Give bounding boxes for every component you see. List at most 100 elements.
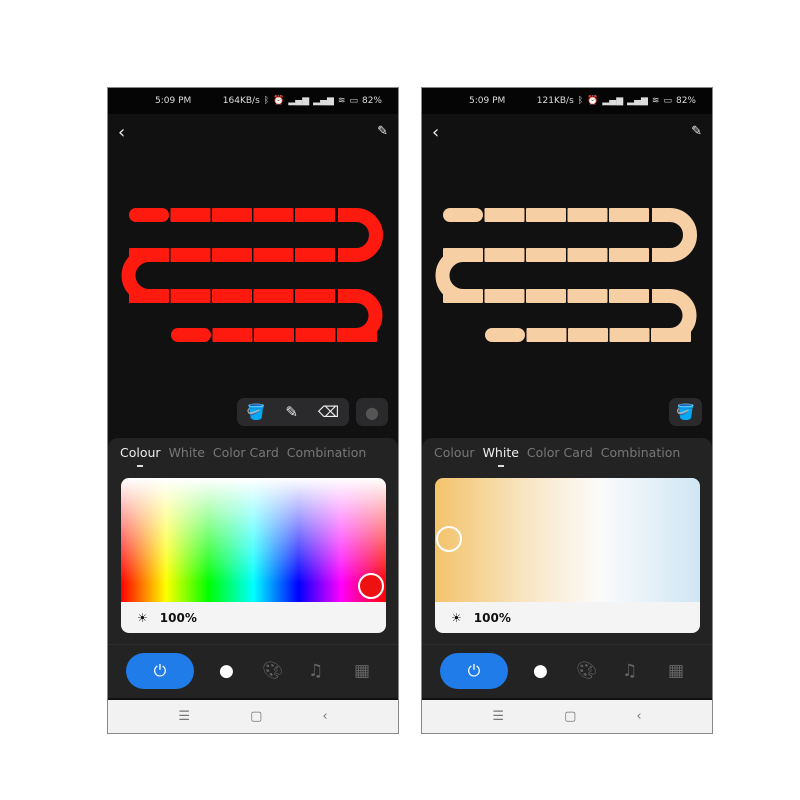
strip-turn[interactable]: [435, 248, 464, 303]
strip-segment[interactable]: [526, 328, 567, 342]
strip-segment[interactable]: [443, 208, 483, 222]
picker-thumb[interactable]: [436, 526, 462, 552]
palette-icon[interactable]: 🎨︎: [262, 661, 284, 681]
tab-combination[interactable]: Combination: [287, 445, 367, 460]
menu-icon[interactable]: ☰: [178, 709, 190, 724]
edit-icon[interactable]: ✎: [377, 124, 388, 139]
strip-segment[interactable]: [526, 248, 566, 262]
bottom-nav: ⏻ ● 🎨︎ ♫ ▦: [108, 653, 398, 689]
brightness-slider[interactable]: ☀ 100%: [121, 602, 386, 633]
strip-segment[interactable]: [609, 248, 649, 262]
battery-icon: ▭: [663, 96, 672, 106]
power-button[interactable]: ⏻: [126, 653, 194, 689]
brightness-value: 100%: [159, 610, 197, 625]
strip-segment[interactable]: [485, 328, 525, 342]
tab-colour[interactable]: Colour: [434, 445, 475, 460]
back-button[interactable]: ‹: [432, 122, 439, 143]
brush-icon[interactable]: ✎: [285, 403, 298, 421]
strip-segment[interactable]: [129, 208, 169, 222]
strip-segment[interactable]: [212, 208, 252, 222]
sun-icon: ☀: [137, 610, 148, 625]
strip-turn[interactable]: [652, 289, 697, 342]
strip-segment[interactable]: [609, 289, 649, 303]
colour-picker[interactable]: [121, 478, 386, 602]
led-strip: [121, 208, 383, 342]
tab-color-card[interactable]: Color Card: [213, 445, 279, 460]
strip-turn[interactable]: [338, 208, 383, 262]
network-speed: 121KB/s: [536, 96, 574, 106]
bulb-icon[interactable]: ●: [533, 661, 548, 681]
tab-color-card[interactable]: Color Card: [527, 445, 593, 460]
strip-segment[interactable]: [526, 208, 566, 222]
music-icon[interactable]: ♫: [622, 661, 637, 681]
bulb-icon[interactable]: ●: [219, 661, 234, 681]
back-nav-icon[interactable]: ‹: [636, 709, 641, 724]
strip-segment[interactable]: [212, 248, 252, 262]
strip-segment[interactable]: [212, 328, 253, 342]
alarm-icon: ⏰: [273, 96, 285, 106]
tab-combination[interactable]: Combination: [601, 445, 681, 460]
back-button[interactable]: ‹: [118, 122, 125, 143]
bluetooth-icon: ᛒ: [577, 96, 584, 106]
power-button[interactable]: ⏻: [440, 653, 508, 689]
strip-segment[interactable]: [253, 208, 294, 222]
strip-segment[interactable]: [254, 328, 294, 342]
strip-segment[interactable]: [568, 328, 608, 342]
strip-segment[interactable]: [170, 289, 211, 303]
edit-icon[interactable]: ✎: [691, 124, 702, 139]
palette-icon[interactable]: 🎨︎: [576, 661, 598, 681]
strip-segment[interactable]: [253, 289, 294, 303]
strip-turn[interactable]: [652, 208, 697, 262]
strip-segment[interactable]: [609, 208, 649, 222]
strip-segment[interactable]: [567, 248, 608, 262]
status-time: 5:09 PM: [469, 96, 506, 106]
strip-segment[interactable]: [567, 289, 608, 303]
record-button[interactable]: ●: [356, 398, 388, 426]
eraser-icon[interactable]: ⌫: [318, 403, 339, 421]
draw-toolbar: 🪣 ✎ ⌫: [237, 398, 349, 426]
back-nav-icon[interactable]: ‹: [322, 709, 327, 724]
status-bar: 5:09 PM 121KB/s ᛒ ⏰ ▂▄▆ ▂▄▆ ≋ ▭ 82%: [422, 88, 712, 114]
grid-icon[interactable]: ▦: [354, 661, 370, 681]
paint-bucket-icon[interactable]: 🪣: [247, 403, 266, 421]
menu-icon[interactable]: ☰: [492, 709, 504, 724]
power-icon: ⏻: [467, 661, 481, 680]
strip-segment[interactable]: [295, 289, 335, 303]
strip-segment[interactable]: [609, 328, 650, 342]
wifi-icon: ≋: [651, 96, 660, 106]
tab-white[interactable]: White: [169, 445, 205, 460]
strip-segment[interactable]: [171, 328, 211, 342]
strip-turn[interactable]: [121, 248, 150, 303]
home-icon[interactable]: ▢: [250, 709, 262, 724]
bottom-nav: ⏻ ● 🎨︎ ♫ ▦: [422, 653, 712, 689]
system-nav-bar: ☰ ▢ ‹: [422, 700, 712, 733]
picker-thumb[interactable]: [358, 573, 384, 599]
paint-bucket-button[interactable]: 🪣: [669, 398, 702, 426]
tab-white[interactable]: White: [483, 445, 519, 467]
strip-segment[interactable]: [212, 289, 252, 303]
battery-level: 82%: [675, 96, 696, 106]
strip-segment[interactable]: [526, 289, 566, 303]
strip-segment[interactable]: [567, 208, 608, 222]
strip-segment[interactable]: [295, 208, 335, 222]
brightness-slider[interactable]: ☀ 100%: [435, 602, 700, 633]
tab-colour[interactable]: Colour: [120, 445, 161, 467]
brightness-value: 100%: [473, 610, 511, 625]
grid-icon[interactable]: ▦: [668, 661, 684, 681]
white-temperature-picker[interactable]: [435, 478, 700, 602]
home-icon[interactable]: ▢: [564, 709, 576, 724]
network-speed: 164KB/s: [222, 96, 260, 106]
strip-segment[interactable]: [170, 208, 211, 222]
strip-segment[interactable]: [295, 248, 335, 262]
system-nav-bar: ☰ ▢ ‹: [108, 700, 398, 733]
bluetooth-icon: ᛒ: [263, 96, 270, 106]
strip-segment[interactable]: [484, 289, 525, 303]
strip-segment[interactable]: [253, 248, 294, 262]
paint-bucket-icon: 🪣: [676, 403, 695, 421]
strip-segment[interactable]: [295, 328, 336, 342]
strip-segment[interactable]: [170, 248, 211, 262]
strip-segment[interactable]: [484, 248, 525, 262]
music-icon[interactable]: ♫: [308, 661, 323, 681]
strip-segment[interactable]: [484, 208, 525, 222]
strip-turn[interactable]: [338, 289, 383, 342]
